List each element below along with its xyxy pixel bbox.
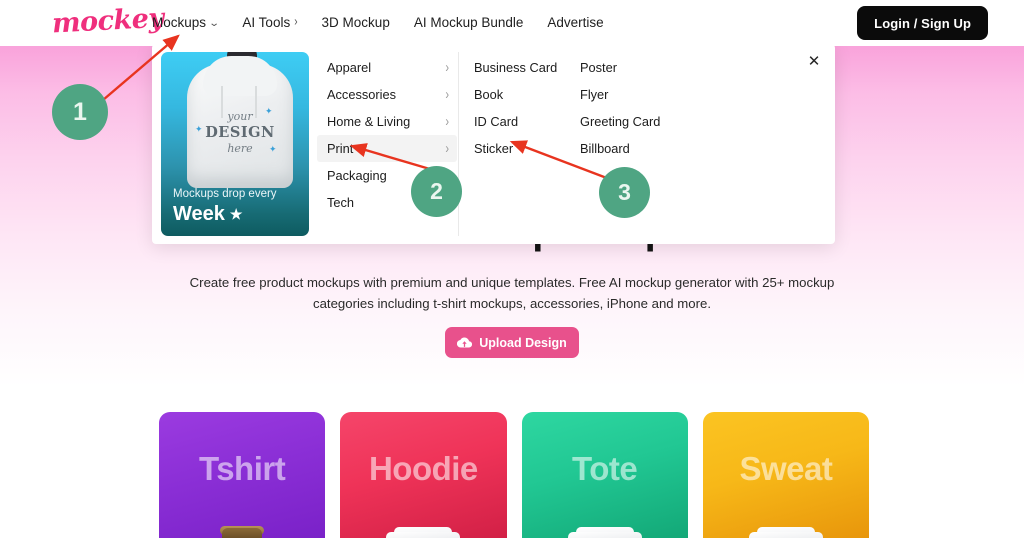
main-navigation: Mockups ⌄ AI Tools › 3D Mockup AI Mockup… (152, 0, 604, 46)
dropdown-label-accessories: Accessories (327, 87, 396, 102)
star-icon: ★ (229, 206, 243, 222)
nav-item-ai-mockup-bundle[interactable]: AI Mockup Bundle (414, 0, 524, 46)
dropdown-label-packaging: Packaging (327, 168, 387, 183)
dropdown-subitem-business-card[interactable]: Business Card (474, 54, 579, 81)
dropdown-subitem-flyer[interactable]: Flyer (580, 81, 700, 108)
promo-design-text: your DESIGN here (205, 110, 275, 155)
dropdown-label-print: Print (327, 141, 354, 156)
upload-design-label: Upload Design (479, 335, 567, 350)
nav-label-ai-mockup-bundle: AI Mockup Bundle (413, 15, 524, 30)
nav-label-ai-tools: AI Tools (242, 15, 291, 30)
category-card-label: Sweat (739, 450, 833, 487)
product-image (567, 518, 642, 538)
hero-description: Create free product mockups with premium… (189, 275, 835, 311)
dropdown-item-apparel[interactable]: Apparel › (317, 54, 457, 81)
chevron-down-icon: ⌄ (208, 18, 220, 29)
category-card-hoodie[interactable]: Hoodie (340, 412, 507, 538)
promo-card[interactable]: ✦ ✦ ✦ your DESIGN here Mockups drop ever… (161, 52, 309, 236)
promo-headline: Week ★ (173, 202, 301, 226)
promo-caption: Mockups drop every (173, 188, 277, 200)
product-image (205, 518, 279, 538)
dropdown-subitem-poster[interactable]: Poster (580, 54, 700, 81)
mockups-dropdown-panel: ✦ ✦ ✦ your DESIGN here Mockups drop ever… (152, 44, 835, 244)
product-image (386, 518, 461, 538)
chevron-right-icon: › (445, 113, 449, 130)
chevron-right-icon: › (445, 59, 449, 76)
dropdown-subitem-book[interactable]: Book (474, 81, 579, 108)
category-card-tote[interactable]: Tote (521, 412, 688, 538)
dropdown-item-home-living[interactable]: Home & Living › (317, 108, 457, 135)
nav-label-3d-mockup: 3D Mockup (321, 15, 390, 30)
chevron-right-icon: › (445, 86, 449, 103)
promo-headline-text: Week (173, 203, 225, 225)
nav-label-advertise: Advertise (547, 15, 604, 30)
category-card-tshirt[interactable]: Tshirt (159, 412, 326, 538)
dropdown-item-print[interactable]: Print › (317, 135, 457, 162)
dropdown-subitem-sticker[interactable]: Sticker (474, 135, 579, 162)
nav-item-ai-tools[interactable]: AI Tools › (242, 0, 297, 46)
site-header: mockey Mockups ⌄ AI Tools › 3D Mockup AI… (0, 0, 1024, 46)
dropdown-subitem-id-card[interactable]: ID Card (474, 108, 579, 135)
site-logo[interactable]: mockey (51, 0, 164, 44)
close-icon[interactable]: ✕ (803, 50, 825, 72)
category-card-row: Tshirt Hoodie Tote Sweat (159, 412, 869, 538)
nav-item-3d-mockup[interactable]: 3D Mockup (322, 0, 390, 46)
nav-item-mockups[interactable]: Mockups ⌄ (152, 0, 220, 46)
dropdown-subitems-right: Poster Flyer Greeting Card Billboard (580, 54, 700, 162)
dropdown-label-tech: Tech (327, 195, 355, 210)
category-card-label: Tote (572, 450, 638, 487)
chevron-right-icon: › (445, 140, 449, 157)
cloud-upload-icon (457, 335, 473, 350)
product-image (748, 518, 823, 538)
dropdown-divider (458, 52, 459, 236)
upload-design-button[interactable]: Upload Design (445, 327, 579, 358)
dropdown-subitem-greeting-card[interactable]: Greeting Card (580, 108, 700, 135)
dropdown-subitem-billboard[interactable]: Billboard (580, 135, 700, 162)
category-card-sweat[interactable]: Sweat (702, 412, 869, 538)
category-card-label: Tshirt (199, 450, 286, 487)
annotation-marker-2: 2 (411, 166, 462, 217)
nav-label-mockups: Mockups (152, 15, 207, 30)
annotation-marker-3: 3 (599, 167, 650, 218)
promo-text-block: Mockups drop every Week ★ (173, 186, 301, 226)
dropdown-item-accessories[interactable]: Accessories › (317, 81, 457, 108)
category-card-label: Hoodie (368, 450, 478, 487)
dropdown-label-home-living: Home & Living (327, 114, 411, 129)
nav-item-advertise[interactable]: Advertise (547, 0, 603, 46)
chevron-right-icon: › (294, 15, 298, 30)
hoodie-illustration: ✦ ✦ ✦ your DESIGN here (177, 52, 301, 188)
login-signup-button[interactable]: Login / Sign Up (857, 6, 988, 40)
page-root: Free AI Mockup Templates Create free pro… (0, 0, 1024, 538)
dropdown-subitems-left: Business Card Book ID Card Sticker (474, 54, 579, 162)
annotation-marker-1: 1 (52, 84, 108, 140)
dropdown-label-apparel: Apparel (327, 60, 372, 75)
